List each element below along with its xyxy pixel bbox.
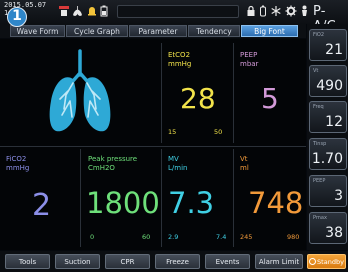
lungs-status-icon <box>73 6 82 16</box>
peak-pressure-high-limit: 60 <box>142 233 151 241</box>
peak-pressure-unit: CmH2O <box>88 164 115 172</box>
etco2-value[interactable]: 28 <box>180 85 216 113</box>
setting-label: Pmax <box>313 215 327 221</box>
events-button[interactable]: Events <box>205 254 250 269</box>
status-bar: 2015.05.07 14:56 P-A/C <box>0 0 348 34</box>
setting-label: Tinsp <box>313 141 327 147</box>
setting-label: Vt <box>313 68 319 74</box>
divider <box>0 146 306 147</box>
vt-label: Vt <box>240 155 248 163</box>
suction-button[interactable]: Suction <box>55 254 100 269</box>
patient-icon <box>59 6 69 16</box>
setting-label: Freq <box>313 104 324 110</box>
snowflake-icon <box>271 6 281 16</box>
tools-button[interactable]: Tools <box>5 254 50 269</box>
divider <box>233 149 234 247</box>
mv-label: MV <box>168 155 179 163</box>
peak-pressure-value[interactable]: 1800 <box>86 189 160 218</box>
fico2-label: FiCO2 <box>6 155 27 163</box>
main-display: EtCO2 mmHg 28 15 50 PEEP mbar 5 FiCO2 mm… <box>0 39 306 250</box>
tab-big-font[interactable]: Big Font <box>241 25 298 37</box>
mv-unit: L/min <box>168 164 188 172</box>
cpr-button[interactable]: CPR <box>105 254 150 269</box>
message-box[interactable] <box>117 5 239 18</box>
vt-unit: ml <box>240 164 249 172</box>
setting-fio2[interactable]: FiO2 21 <box>309 29 347 61</box>
peak-pressure-label: Peak pressure <box>88 155 138 163</box>
setting-peep[interactable]: PEEP 3 <box>309 175 347 207</box>
peep-label: PEEP <box>240 51 258 59</box>
peep-value[interactable]: 5 <box>261 85 279 113</box>
setting-freq[interactable]: Freq 12 <box>309 101 347 133</box>
vt-value[interactable]: 748 <box>248 189 303 218</box>
lungs-icon <box>49 49 111 132</box>
setting-value: 12 <box>325 114 343 130</box>
setting-label: PEEP <box>313 178 326 184</box>
peak-pressure-low-limit: 0 <box>90 233 95 241</box>
fico2-unit: mmHg <box>6 164 30 172</box>
vt-low-limit: 245 <box>240 233 253 241</box>
callout-marker: 1 <box>7 7 27 27</box>
oxygen-cylinder-icon <box>260 5 266 17</box>
etco2-high-limit: 50 <box>214 128 223 136</box>
bell-icon <box>88 7 96 16</box>
tab-tendency[interactable]: Tendency <box>188 25 240 37</box>
view-tabs: Wave Form Cycle Graph Parameter Tendency… <box>0 24 306 38</box>
lock-icon <box>247 5 255 16</box>
standby-label: Standby <box>317 258 344 266</box>
divider <box>161 43 162 143</box>
gear-icon <box>285 5 297 17</box>
etco2-unit: mmHg <box>168 60 192 68</box>
freeze-button[interactable]: Freeze <box>155 254 200 269</box>
vt-high-limit: 980 <box>287 233 300 241</box>
person-icon <box>302 5 307 16</box>
mv-low-limit: 2.9 <box>168 233 179 241</box>
peep-unit: mbar <box>240 60 259 68</box>
bottom-toolbar: Tools Suction CPR Freeze Events Alarm Li… <box>0 251 348 272</box>
etco2-low-limit: 15 <box>168 128 177 136</box>
setting-pmax[interactable]: Pmax 38 <box>309 212 347 244</box>
setting-value: 3 <box>334 188 343 204</box>
divider <box>161 149 162 247</box>
divider <box>80 149 81 247</box>
tab-parameter[interactable]: Parameter <box>129 25 187 37</box>
setting-value: 38 <box>325 225 343 241</box>
alarm-limit-button[interactable]: Alarm Limit <box>255 254 303 269</box>
mv-value[interactable]: 7.3 <box>168 189 214 218</box>
standby-button[interactable]: Standby <box>307 254 346 269</box>
setting-tinsp[interactable]: Tinsp 1.70 <box>309 138 347 170</box>
setting-value: 1.70 <box>311 151 343 167</box>
power-icon <box>309 258 317 265</box>
setting-value: 490 <box>316 78 343 94</box>
setting-value: 21 <box>325 42 343 58</box>
setting-label: FiO2 <box>313 32 325 38</box>
mv-high-limit: 7.4 <box>216 233 227 241</box>
setting-vt[interactable]: Vt 490 <box>309 65 347 97</box>
etco2-label: EtCO2 <box>168 51 191 59</box>
battery-icon <box>100 5 108 17</box>
fico2-value[interactable]: 2 <box>32 191 51 221</box>
tab-cycle-graph[interactable]: Cycle Graph <box>66 25 128 37</box>
settings-panel: FiO2 21 Vt 490 Freq 12 Tinsp 1.70 PEEP 3… <box>307 24 348 250</box>
divider <box>233 43 234 143</box>
